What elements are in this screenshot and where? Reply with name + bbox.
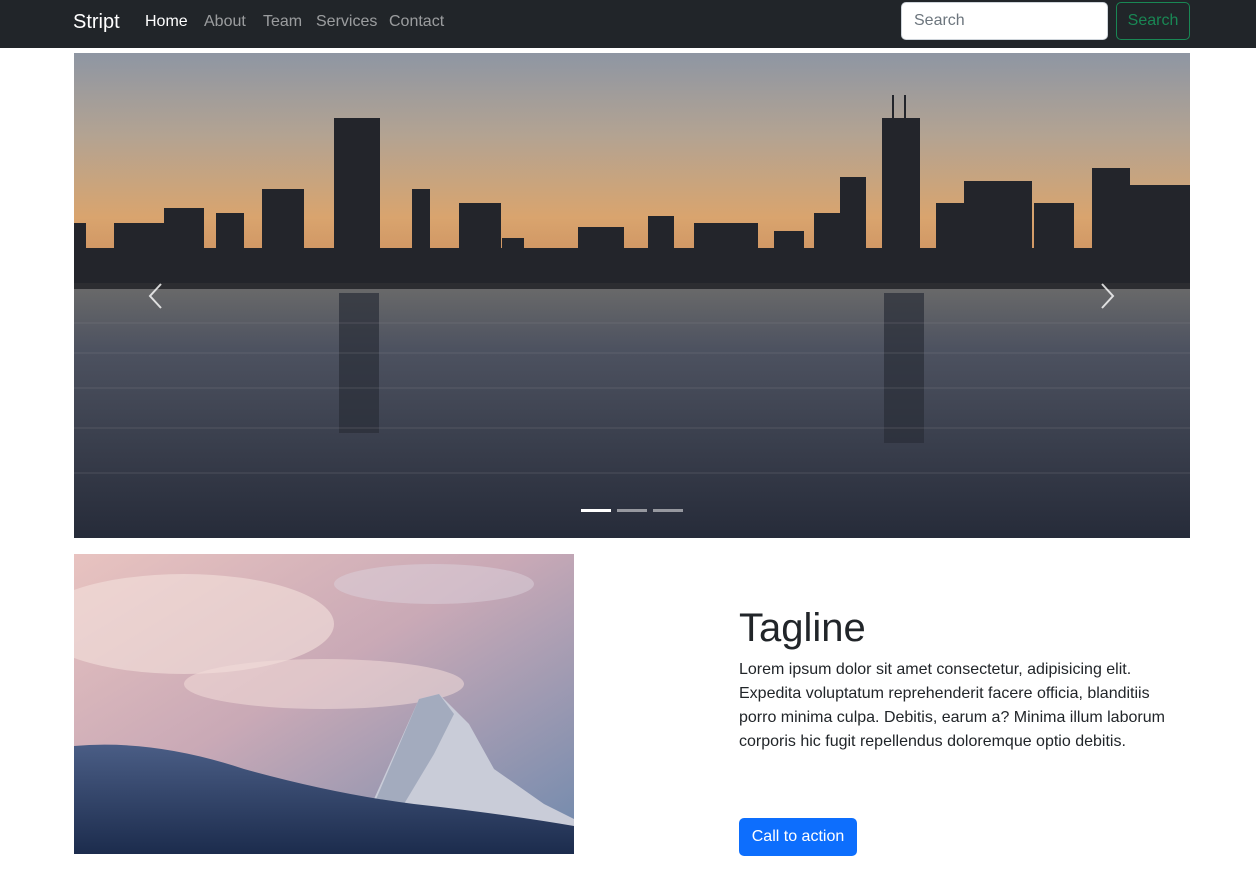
feature-title: Tagline	[739, 606, 866, 650]
chevron-right-icon	[1101, 283, 1115, 309]
nav-link-about[interactable]: About	[204, 12, 246, 32]
brand-logo[interactable]: Stript	[73, 9, 120, 35]
nav-link-home[interactable]: Home	[145, 12, 188, 32]
carousel-prev-button[interactable]	[142, 281, 172, 311]
navbar: Stript Home About Team Services Contact …	[0, 0, 1256, 48]
carousel-indicator-3[interactable]	[653, 509, 683, 512]
call-to-action-button[interactable]: Call to action	[739, 818, 857, 856]
carousel-indicator-1[interactable]	[581, 509, 611, 512]
carousel-slide-image	[74, 53, 1190, 538]
search-input[interactable]	[901, 2, 1108, 40]
carousel-indicators	[581, 509, 691, 513]
nav-link-team[interactable]: Team	[263, 12, 302, 32]
feature-body: Lorem ipsum dolor sit amet consectetur, …	[739, 661, 1165, 750]
hero-carousel	[74, 53, 1190, 538]
chevron-left-icon	[148, 283, 162, 309]
search-button[interactable]: Search	[1116, 2, 1190, 40]
nav-link-services[interactable]: Services	[316, 12, 377, 32]
feature-image	[74, 554, 574, 854]
carousel-next-button[interactable]	[1091, 281, 1121, 311]
carousel-indicator-2[interactable]	[617, 509, 647, 512]
nav-link-contact[interactable]: Contact	[389, 12, 444, 32]
